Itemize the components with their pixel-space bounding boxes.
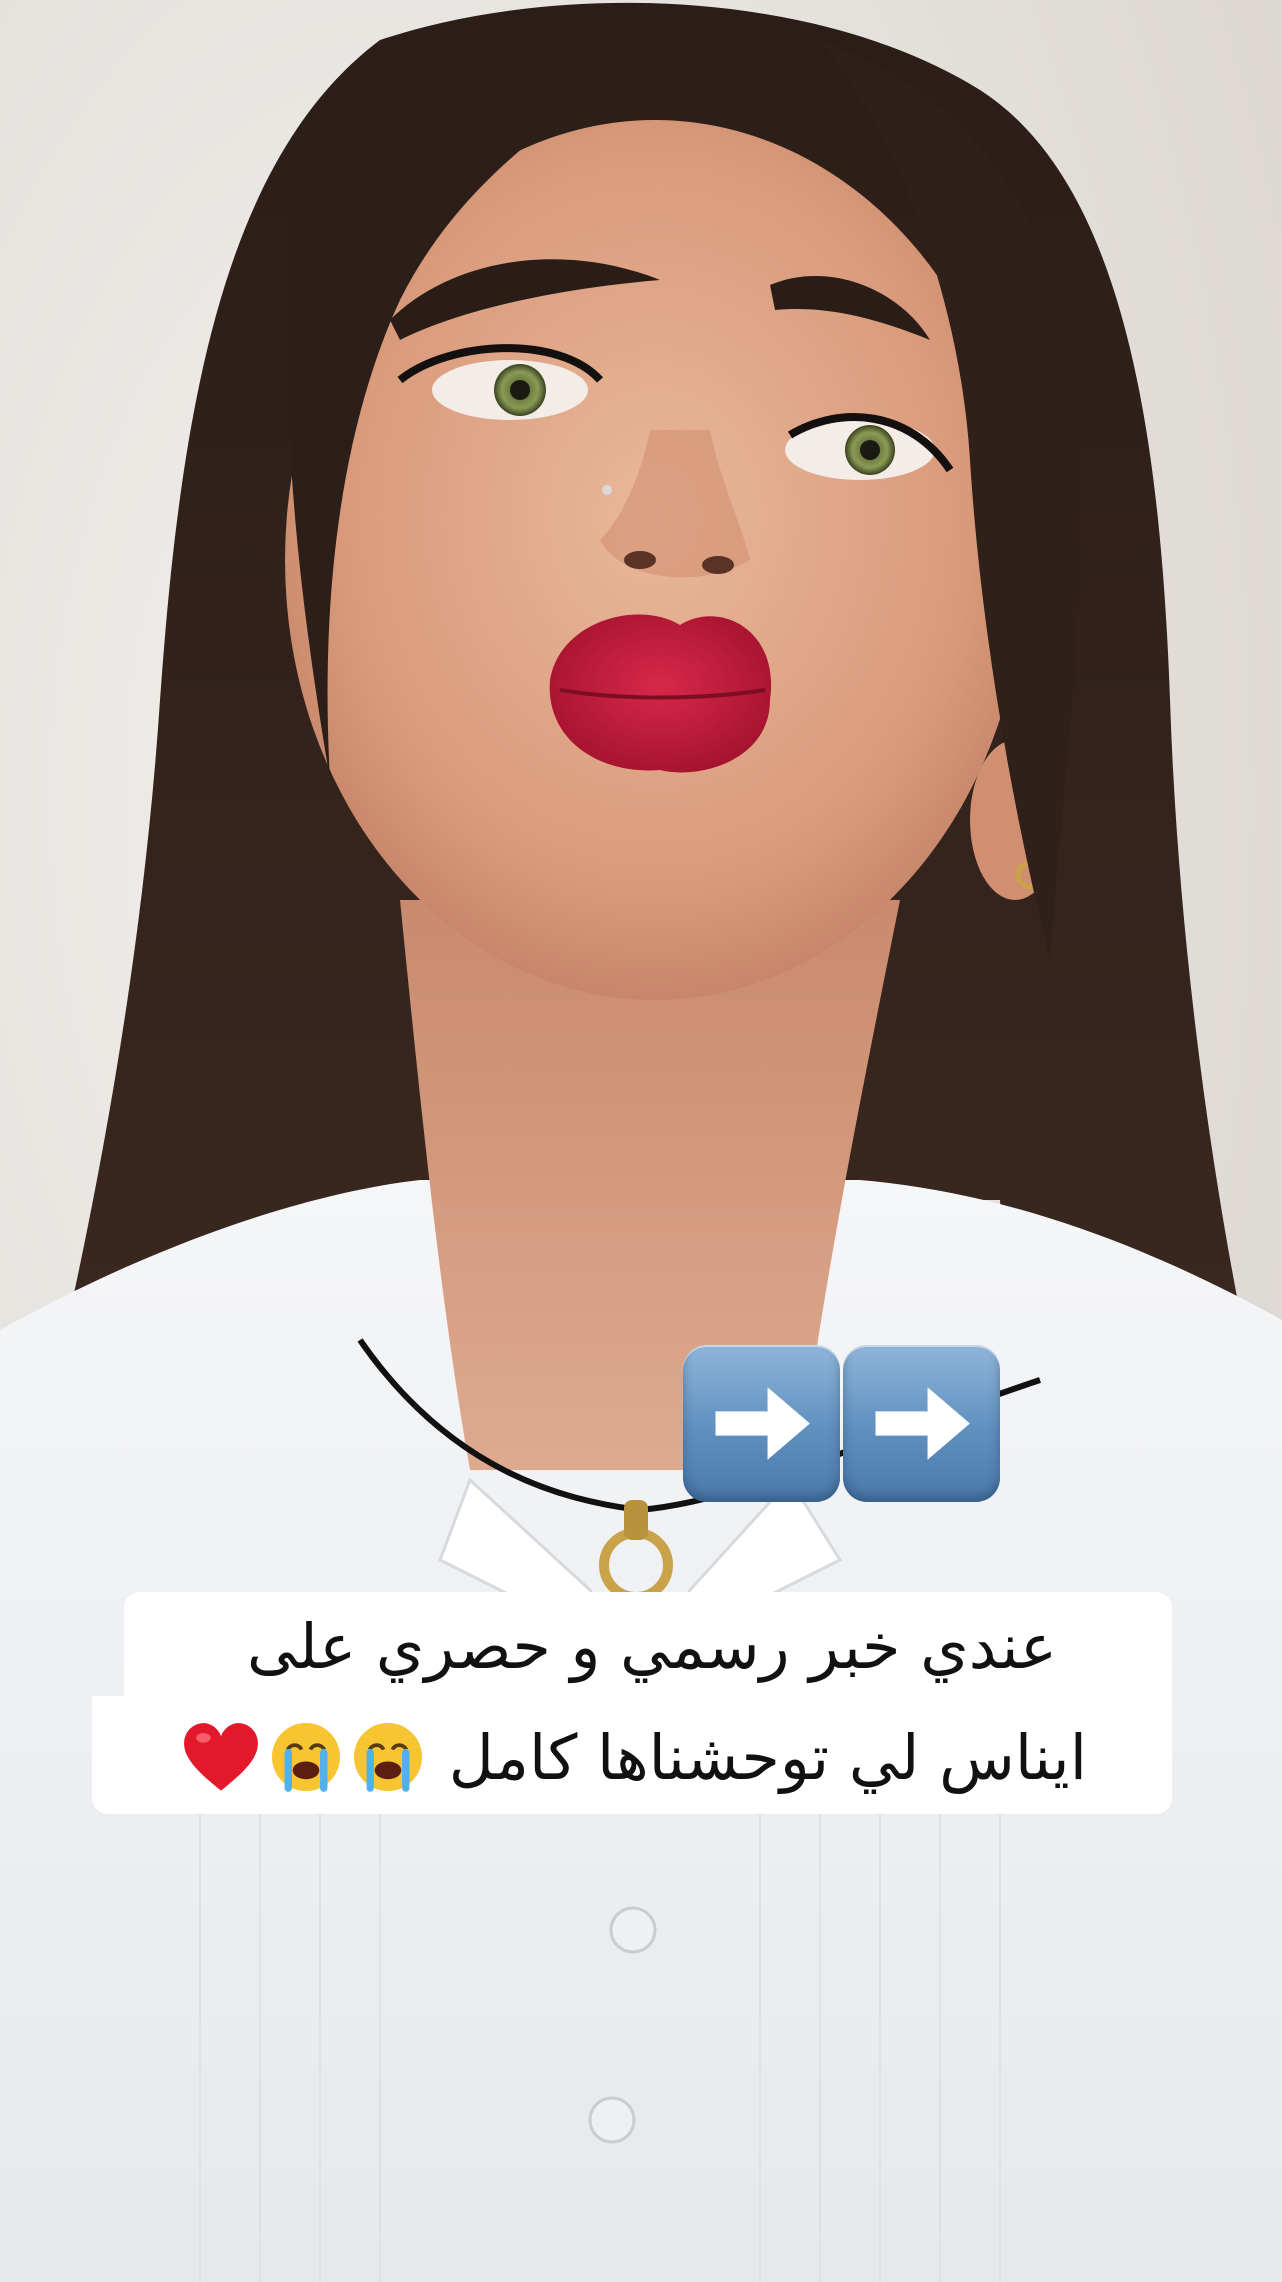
arrow-stickers [683,1345,1003,1505]
caption-line-2: ايناس لي توحشناها كامل [112,1720,1152,1804]
crying-face-icon [351,1720,425,1804]
story-caption: عندي خبر رسمي و حصري على ايناس لي توحشنا… [92,1592,1172,1814]
caption-line-1: عندي خبر رسمي و حصري على [247,1610,1057,1683]
story-screen: عندي خبر رسمي و حصري على ايناس لي توحشنا… [0,0,1282,2282]
right-arrow-icon [683,1345,840,1502]
crying-face-icon [269,1720,343,1804]
red-heart-icon [181,1720,261,1804]
right-arrow-icon [843,1345,1000,1502]
caption-line-2-text: ايناس لي توحشناها كامل [448,1721,1087,1795]
portrait-photo [0,0,1282,2282]
